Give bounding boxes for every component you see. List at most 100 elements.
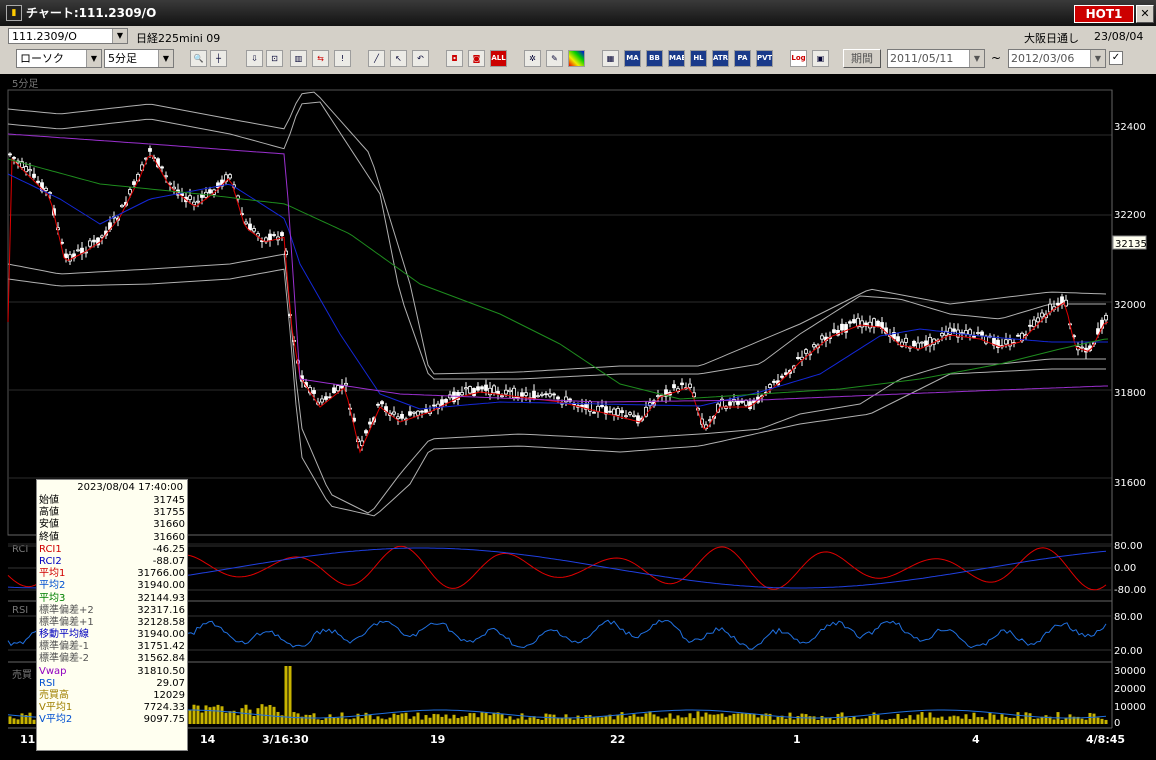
symbol-dropdown-icon[interactable]: ▼: [112, 29, 127, 43]
data-window-value: 31745: [153, 495, 185, 506]
data-window-row: 始値 31745: [37, 495, 187, 507]
candle-body: [192, 201, 196, 206]
volume-bar: [836, 713, 840, 724]
pvt-button[interactable]: PVT: [756, 50, 773, 67]
volume-bar: [660, 718, 664, 724]
data-window-key: 標準偏差-2: [39, 653, 89, 665]
arrows-icon[interactable]: ⇆: [312, 50, 329, 67]
volume-bar: [924, 717, 928, 724]
chart-compare-icon[interactable]: ▥: [290, 50, 307, 67]
volume-bar: [644, 713, 648, 724]
data-window-key: RCI2: [39, 555, 62, 567]
candle-body: [804, 349, 808, 354]
hl-button[interactable]: HL: [690, 50, 707, 67]
grid-icon[interactable]: ▦: [602, 50, 619, 67]
candle-body: [680, 382, 684, 386]
tool-icon[interactable]: ✎: [546, 50, 563, 67]
volume-bar: [192, 704, 196, 724]
close-button[interactable]: ✕: [1136, 5, 1154, 23]
hot-badge[interactable]: HOT1: [1074, 5, 1134, 23]
volume-bar: [464, 715, 468, 724]
data-window-row: RCI1 -46.25: [37, 544, 187, 556]
atr-button[interactable]: ATR: [712, 50, 729, 67]
zoom-box-icon[interactable]: ⊡: [266, 50, 283, 67]
candle-body: [796, 356, 800, 359]
symbol-input[interactable]: 111.2309/O ▼: [8, 28, 128, 44]
chevron-down-icon[interactable]: ▼: [86, 50, 101, 67]
date-range-separator: ~: [991, 51, 1002, 65]
volume-bar: [916, 714, 920, 724]
candle-body: [656, 395, 660, 398]
crosshair-icon[interactable]: ┼: [210, 50, 227, 67]
candle-body: [476, 386, 480, 391]
period-button[interactable]: 期間: [843, 49, 881, 68]
data-window-datetime: 2023/08/04 17:40:00: [77, 482, 183, 493]
candle-body: [852, 319, 856, 324]
volume-bar: [436, 714, 440, 724]
data-window-key: 始値: [39, 495, 59, 506]
candle-body: [548, 393, 552, 397]
date-from-field[interactable]: 2011/05/11 ▼: [887, 49, 985, 68]
chart-type-select[interactable]: ローソク ▼: [16, 49, 102, 68]
candle-body: [164, 175, 168, 178]
candle-body: [468, 386, 472, 394]
volume-bar: [712, 714, 716, 724]
log-button[interactable]: Log: [790, 50, 807, 67]
candle-body: [44, 187, 48, 191]
candle-body: [964, 330, 968, 335]
volume-bar: [912, 719, 916, 724]
candle-body: [464, 387, 468, 390]
candle-body: [400, 414, 404, 419]
volume-bar: [716, 714, 720, 724]
volume-bar: [412, 716, 416, 724]
scroll-down-icon[interactable]: ⇩: [246, 50, 263, 67]
settings-icon[interactable]: ✲: [524, 50, 541, 67]
mae-button[interactable]: MAE: [668, 50, 685, 67]
date-label: 3/16:30: [262, 733, 309, 746]
period-checkbox[interactable]: ✓: [1109, 51, 1123, 65]
chevron-down-icon[interactable]: ▼: [158, 50, 173, 67]
draw-line-icon[interactable]: ╱: [368, 50, 385, 67]
date-label: 4/8:45: [1086, 733, 1125, 746]
volume-bar: [420, 719, 424, 724]
cursor-icon[interactable]: ↖: [390, 50, 407, 67]
volume-bar: [556, 718, 560, 724]
bb-button[interactable]: BB: [646, 50, 663, 67]
date-to-field[interactable]: 2012/03/06 ▼: [1008, 49, 1106, 68]
data-window-key: RSI: [39, 677, 56, 689]
volume-bar: [228, 711, 232, 724]
warning-icon[interactable]: !: [334, 50, 351, 67]
candle-body: [412, 411, 416, 414]
candle-body: [244, 221, 248, 225]
volume-bar: [248, 709, 252, 724]
bar-icon[interactable]: ◙: [468, 50, 485, 67]
volume-bar: [188, 710, 192, 724]
export-icon[interactable]: ▣: [812, 50, 829, 67]
volume-bar: [736, 713, 740, 724]
volume-bar: [884, 719, 888, 724]
volume-bar: [656, 716, 660, 724]
ma-button[interactable]: MA: [624, 50, 641, 67]
all-button[interactable]: ALL: [490, 50, 507, 67]
candle-body: [596, 405, 600, 412]
interval-select[interactable]: 5分足 ▼: [104, 49, 174, 68]
calendar-dropdown-icon[interactable]: ▼: [969, 50, 984, 67]
data-window-key: 安値: [39, 519, 59, 531]
candle-icon[interactable]: ◘: [446, 50, 463, 67]
volume-bar: [560, 718, 564, 724]
undo-icon[interactable]: ↶: [412, 50, 429, 67]
color-icon[interactable]: [568, 50, 585, 67]
data-window-key: 標準偏差+1: [39, 616, 94, 628]
volume-bar: [244, 704, 248, 724]
volume-bar: [864, 718, 868, 724]
calendar-dropdown-icon[interactable]: ▼: [1090, 50, 1105, 67]
volume-bar: [304, 714, 308, 724]
volume-bar: [540, 719, 544, 724]
volume-bar: [460, 716, 464, 724]
candle-body: [612, 408, 616, 416]
candle-body: [128, 189, 132, 195]
pa-button[interactable]: PA: [734, 50, 751, 67]
volume-bar: [500, 714, 504, 724]
chart-type-value: ローソク: [20, 52, 64, 65]
zoom-icon[interactable]: 🔍: [190, 50, 207, 67]
